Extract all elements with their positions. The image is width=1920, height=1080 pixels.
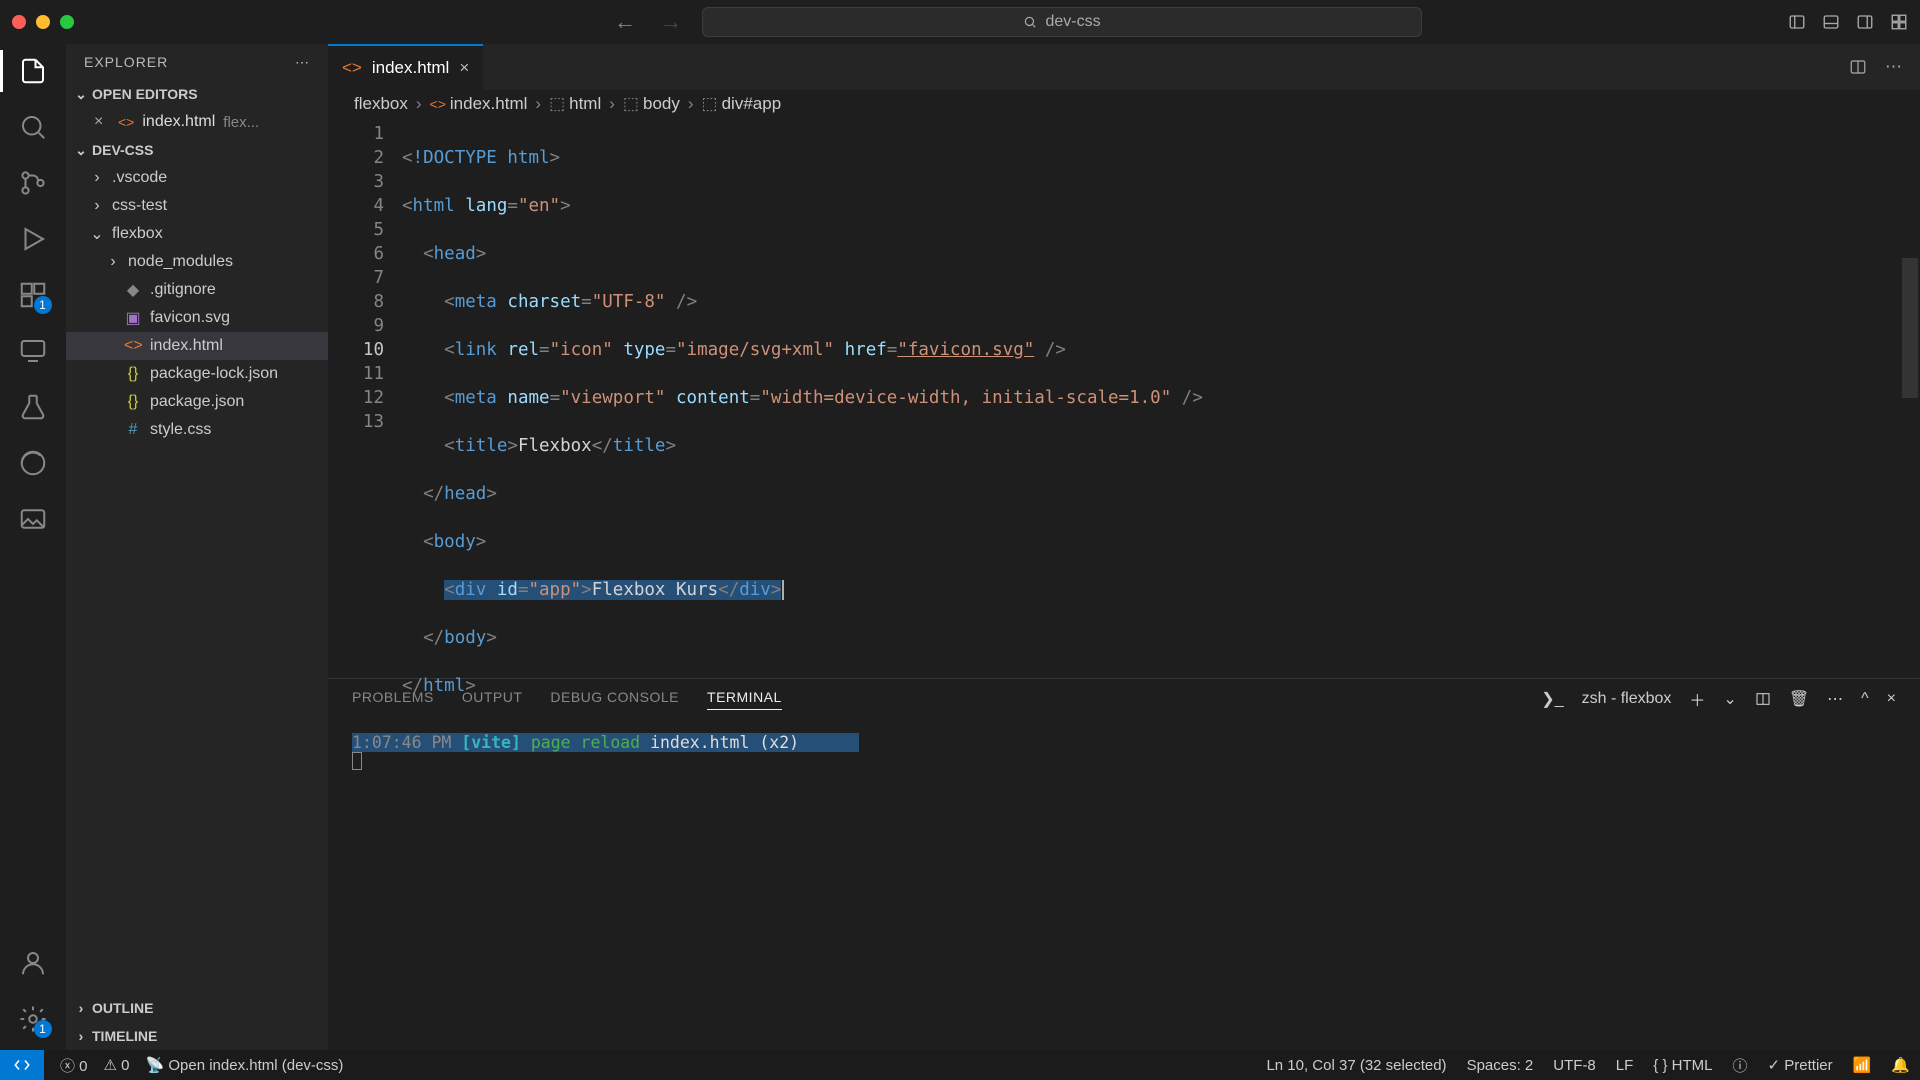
nav-forward-icon[interactable]: → — [660, 9, 682, 35]
code-content[interactable]: <!DOCTYPE html> <html lang="en"> <head> … — [402, 118, 1920, 678]
activity-bar: 1 1 — [0, 44, 66, 1050]
nav-back-icon[interactable]: ← — [614, 9, 636, 35]
nav-arrows: ← → — [614, 9, 682, 35]
outline-section[interactable]: › OUTLINE — [66, 994, 328, 1022]
remote-icon[interactable] — [18, 336, 48, 366]
more-icon[interactable]: ⋯ — [1885, 57, 1902, 77]
settings-icon[interactable]: 1 — [18, 1004, 48, 1034]
source-control-icon[interactable] — [18, 168, 48, 198]
html-file-icon: <> — [124, 337, 142, 355]
errors-indicator[interactable]: ⓧ 0 — [60, 1055, 88, 1076]
layout-panel-right-icon[interactable] — [1856, 13, 1874, 31]
symbol-icon: ⬚ — [623, 94, 639, 114]
gitignore-icon: ◆ — [124, 280, 142, 300]
broadcast-icon[interactable]: 📶 — [1853, 1056, 1872, 1074]
remote-indicator[interactable] — [0, 1050, 44, 1080]
title-bar: ← → dev-css — [0, 0, 1920, 44]
chevron-right-icon: › — [74, 1000, 88, 1016]
tree-file[interactable]: ▣favicon.svg — [66, 304, 328, 332]
feedback-icon[interactable]: ⓘ — [1733, 1055, 1748, 1076]
chevron-right-icon: › — [74, 1028, 88, 1044]
project-section[interactable]: ⌄ DEV-CSS — [66, 136, 328, 164]
svg-icon: ▣ — [124, 308, 142, 328]
file-tree: ›.vscode ›css-test ⌄flexbox ›node_module… — [66, 164, 328, 994]
edge-icon[interactable] — [18, 448, 48, 478]
symbol-icon: ⬚ — [549, 94, 565, 114]
encoding-status[interactable]: UTF-8 — [1553, 1057, 1596, 1074]
breadcrumbs[interactable]: flexbox › <> index.html › ⬚ html › ⬚ bod… — [328, 90, 1920, 118]
tree-file[interactable]: {}package.json — [66, 388, 328, 416]
tree-file[interactable]: ◆.gitignore — [66, 276, 328, 304]
html-file-icon: <> — [430, 96, 446, 112]
layout-panel-bottom-icon[interactable] — [1822, 13, 1840, 31]
open-file-status[interactable]: 📡 Open index.html (dev-css) — [145, 1056, 343, 1074]
layout-panel-left-icon[interactable] — [1788, 13, 1806, 31]
json-icon: {} — [124, 365, 142, 383]
traffic-lights — [12, 15, 74, 29]
breadcrumb-item[interactable]: body — [643, 94, 680, 114]
breadcrumb-item[interactable]: html — [569, 94, 601, 114]
symbol-icon: ⬚ — [702, 94, 718, 114]
chevron-down-icon: ⌄ — [74, 142, 88, 159]
command-center-search[interactable]: dev-css — [702, 7, 1422, 37]
terminal-cursor — [352, 752, 362, 770]
account-icon[interactable] — [18, 948, 48, 978]
testing-icon[interactable] — [18, 392, 48, 422]
image-icon[interactable] — [18, 504, 48, 534]
open-editor-dir: flex... — [223, 114, 259, 131]
badge: 1 — [34, 1020, 52, 1038]
title-bar-right — [1788, 13, 1908, 31]
code-editor[interactable]: 1 2 3 4 5 6 7 8 9 10 11 12 13 <!DOCTYPE … — [328, 118, 1920, 678]
tree-file[interactable]: <>index.html — [66, 332, 328, 360]
tree-folder[interactable]: ›.vscode — [66, 164, 328, 192]
tree-folder[interactable]: ›node_modules — [66, 248, 328, 276]
search-text: dev-css — [1045, 13, 1100, 31]
line-gutter: 1 2 3 4 5 6 7 8 9 10 11 12 13 — [328, 118, 402, 678]
timeline-section[interactable]: › TIMELINE — [66, 1022, 328, 1050]
eol-status[interactable]: LF — [1616, 1057, 1634, 1074]
split-editor-icon[interactable] — [1849, 58, 1867, 76]
status-bar: ⓧ 0 ⚠ 0 📡 Open index.html (dev-css) Ln 1… — [0, 1050, 1920, 1080]
tab-index-html[interactable]: <> index.html × — [328, 44, 483, 90]
breadcrumb-item[interactable]: index.html — [450, 94, 527, 114]
html-file-icon: <> — [118, 114, 134, 130]
sidebar: EXPLORER ⋯ ⌄ OPEN EDITORS × <> index.htm… — [66, 44, 328, 1050]
search-icon — [1023, 15, 1037, 29]
selection-status[interactable]: Ln 10, Col 37 (32 selected) — [1266, 1057, 1446, 1074]
explorer-icon[interactable] — [18, 56, 48, 86]
bell-icon[interactable]: 🔔 — [1891, 1056, 1910, 1074]
prettier-status[interactable]: ✓ Prettier — [1768, 1056, 1833, 1074]
layout-customize-icon[interactable] — [1890, 13, 1908, 31]
editor-area: <> index.html × ⋯ flexbox › <> index.htm… — [328, 44, 1920, 1050]
json-icon: {} — [124, 393, 142, 411]
language-status[interactable]: { } HTML — [1653, 1057, 1712, 1074]
more-icon[interactable]: ⋯ — [295, 54, 310, 71]
tree-file[interactable]: {}package-lock.json — [66, 360, 328, 388]
extensions-icon[interactable]: 1 — [18, 280, 48, 310]
tree-folder[interactable]: ›css-test — [66, 192, 328, 220]
close-icon[interactable]: × — [94, 113, 110, 131]
indentation-status[interactable]: Spaces: 2 — [1467, 1057, 1534, 1074]
badge: 1 — [34, 296, 52, 314]
open-editor-name: index.html — [142, 113, 215, 131]
css-icon: # — [124, 421, 142, 439]
tab-label: index.html — [372, 58, 449, 78]
minimize-window-button[interactable] — [36, 15, 50, 29]
breadcrumb-item[interactable]: div#app — [722, 94, 782, 114]
close-window-button[interactable] — [12, 15, 26, 29]
breadcrumb-item[interactable]: flexbox — [354, 94, 408, 114]
maximize-window-button[interactable] — [60, 15, 74, 29]
html-file-icon: <> — [342, 58, 362, 78]
tab-bar: <> index.html × ⋯ — [328, 44, 1920, 90]
tree-file[interactable]: #style.css — [66, 416, 328, 444]
warnings-indicator[interactable]: ⚠ 0 — [104, 1056, 130, 1074]
run-debug-icon[interactable] — [18, 224, 48, 254]
open-editors-section[interactable]: ⌄ OPEN EDITORS — [66, 80, 328, 108]
search-icon[interactable] — [18, 112, 48, 142]
chevron-down-icon: ⌄ — [74, 86, 88, 103]
close-icon[interactable]: × — [459, 58, 469, 78]
explorer-title: EXPLORER — [84, 54, 168, 70]
open-editor-item[interactable]: × <> index.html flex... — [66, 108, 328, 136]
tree-folder[interactable]: ⌄flexbox — [66, 220, 328, 248]
